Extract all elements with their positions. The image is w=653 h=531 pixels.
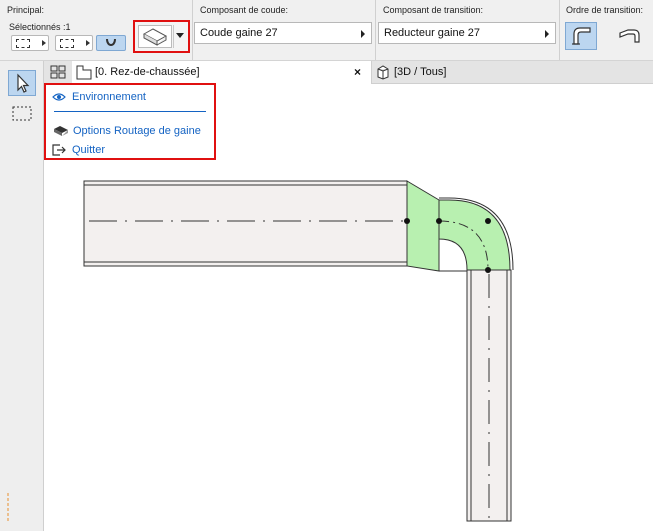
- magic-wand-button[interactable]: [96, 35, 126, 51]
- tab-bar: [0. Rez-de-chaussée] × [3D / Tous]: [44, 61, 653, 84]
- dashed-rectangle-icon: [12, 106, 32, 121]
- arrow-tool[interactable]: [8, 70, 36, 96]
- elbow-component-select[interactable]: Coude gaine 27: [194, 22, 372, 44]
- duct-routing-button[interactable]: [133, 20, 190, 53]
- menu-item-environment[interactable]: Environnement: [52, 89, 146, 105]
- chevron-right-icon: [86, 40, 90, 46]
- order-transition-first-button[interactable]: [613, 22, 645, 50]
- chevron-right-icon: [545, 30, 549, 38]
- transition-order-icon: [619, 29, 640, 43]
- horizontal-duct[interactable]: [83, 180, 408, 267]
- dropdown-arrow-icon[interactable]: [176, 33, 184, 38]
- exit-icon: [52, 144, 66, 156]
- chevron-right-icon: [42, 40, 46, 46]
- 3d-cube-icon: [377, 65, 389, 80]
- marquee-icon: [16, 39, 30, 48]
- tab-3d[interactable]: [3D / Tous]: [372, 61, 492, 84]
- selected-count: Sélectionnés :1: [9, 22, 71, 32]
- principal-label: Principal:: [7, 5, 45, 15]
- chevron-right-icon: [361, 30, 365, 38]
- duct-icon: [138, 25, 172, 48]
- status-indicator-icon: [7, 493, 9, 523]
- elbow-fitting[interactable]: [438, 199, 511, 271]
- menu-item-duct-routing-options[interactable]: Options Routage de gaine: [52, 123, 201, 139]
- marquee-select-button[interactable]: [11, 35, 49, 51]
- menu-item-exit[interactable]: Quitter: [52, 142, 105, 158]
- magnet-icon: [106, 38, 116, 46]
- info-box-toolbar: Principal: Sélectionnés :1 Composant de …: [0, 0, 653, 61]
- tab-floor-plan[interactable]: [0. Rez-de-chaussée] ×: [72, 61, 372, 84]
- transition-order-section: Ordre de transition:: [560, 0, 653, 60]
- close-tab-icon[interactable]: ×: [354, 65, 361, 79]
- transition-component-value: Reducteur gaine 27: [384, 27, 481, 39]
- order-label: Ordre de transition:: [566, 5, 644, 15]
- tab-floor-plan-label: [0. Rez-de-chaussée]: [95, 66, 200, 78]
- principal-section: Principal: Sélectionnés :1: [0, 0, 193, 60]
- menu-separator: [54, 111, 206, 112]
- elbow-component-value: Coude gaine 27: [200, 27, 278, 39]
- tab-3d-label: [3D / Tous]: [394, 66, 447, 78]
- transition-section: Composant de transition: Reducteur gaine…: [376, 0, 560, 60]
- rectangle-select-button[interactable]: [55, 35, 93, 51]
- transition-component-select[interactable]: Reducteur gaine 27: [378, 22, 556, 44]
- elbow-order-icon: [572, 27, 591, 45]
- marquee-tool[interactable]: [8, 101, 36, 127]
- order-elbow-first-button[interactable]: [565, 22, 597, 50]
- elbow-section: Composant de coude: Coude gaine 27: [193, 0, 376, 60]
- floor-plan-icon: [76, 65, 92, 80]
- transition-label: Composant de transition:: [383, 5, 484, 15]
- eye-icon: [52, 93, 66, 101]
- grid-icon[interactable]: [50, 65, 66, 80]
- toolbox: [0, 61, 44, 531]
- cursor-arrow-icon: [17, 73, 30, 93]
- transition-fitting[interactable]: [406, 180, 440, 272]
- elbow-label: Composant de coude:: [200, 5, 289, 15]
- context-menu: Environnement Options Routage de gaine Q…: [44, 83, 216, 160]
- duct-settings-icon: [54, 126, 68, 136]
- rectangle-select-icon: [60, 39, 74, 48]
